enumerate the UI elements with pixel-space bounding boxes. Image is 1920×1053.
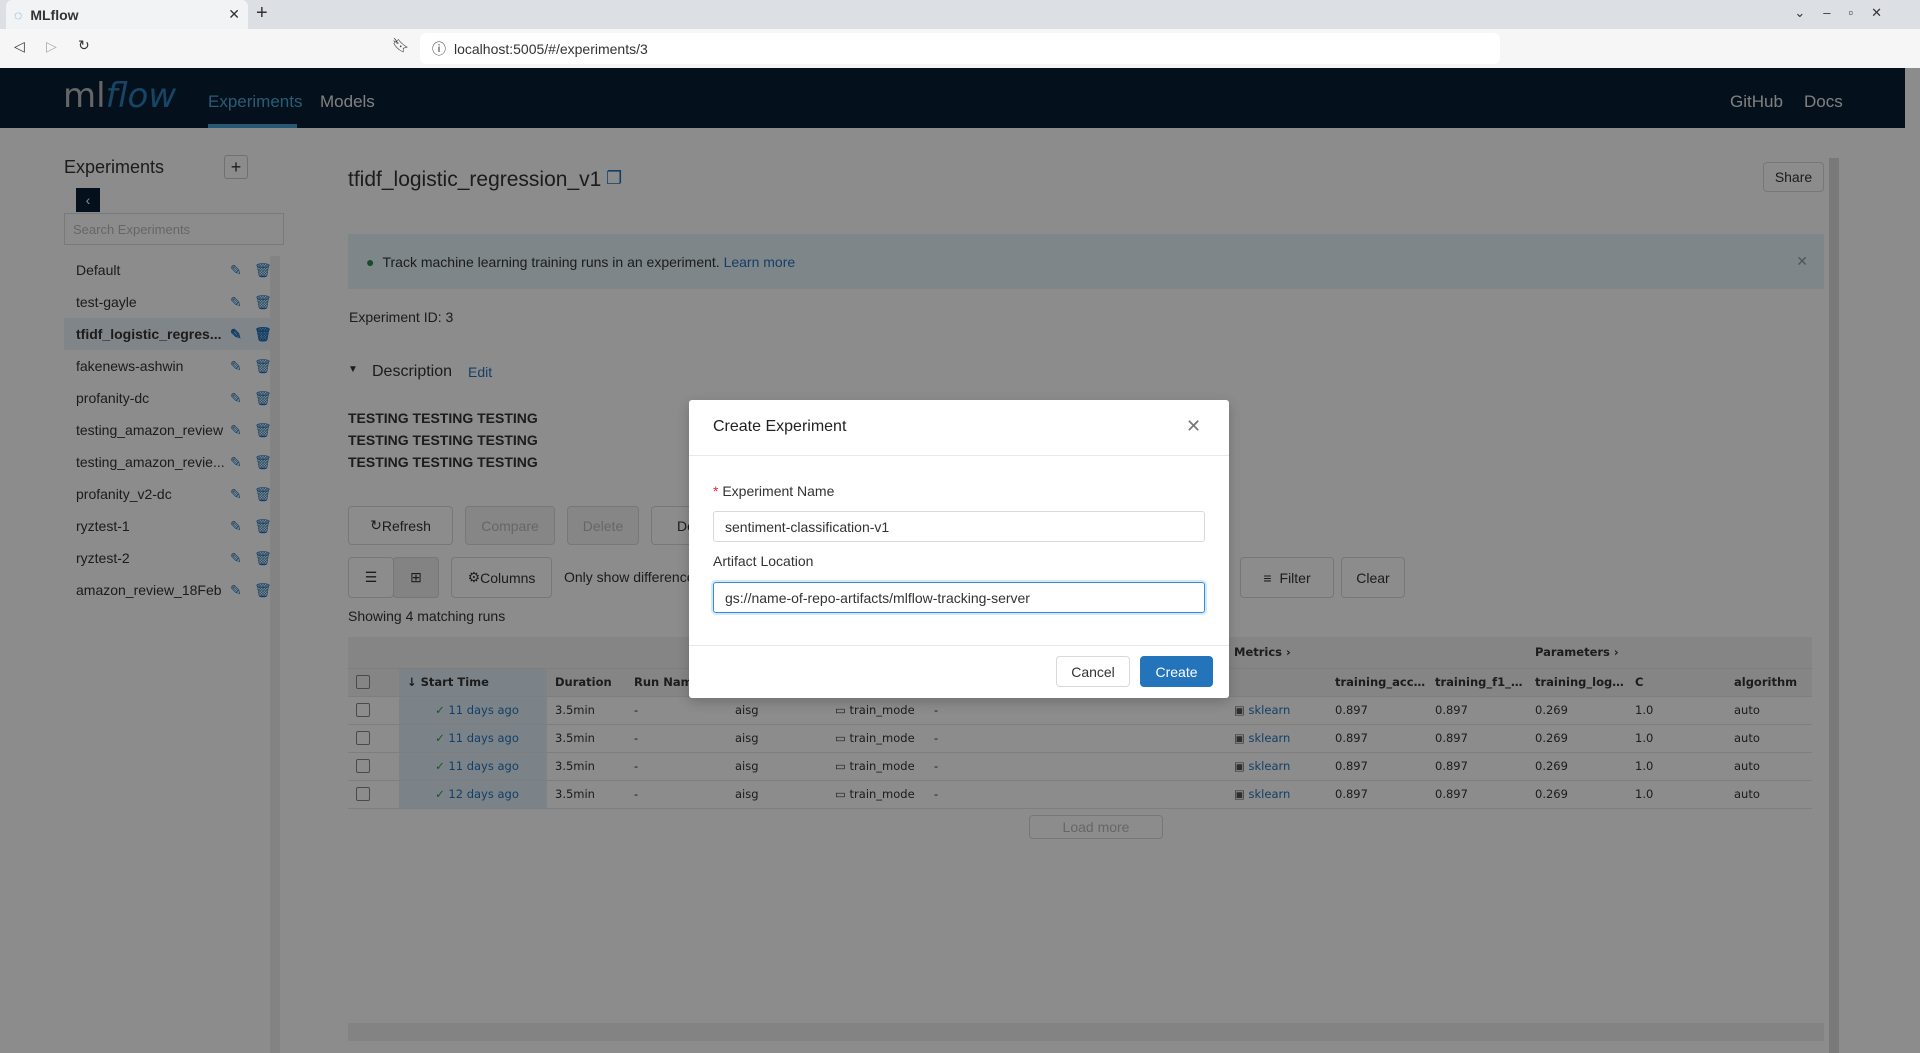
close-tab-icon[interactable]: ✕ <box>228 6 240 23</box>
experiment-name-label-text: Experiment Name <box>722 483 835 499</box>
back-icon[interactable]: ◁ <box>14 38 25 55</box>
new-tab-icon[interactable]: + <box>256 2 268 25</box>
url-text: localhost:5005/#/experiments/3 <box>454 40 648 57</box>
forward-icon[interactable]: ▷ <box>46 38 57 55</box>
experiment-name-input[interactable]: sentiment-classification-v1 <box>713 511 1205 542</box>
reload-icon[interactable]: ↻ <box>78 37 90 54</box>
site-info-icon[interactable]: ⓘ <box>432 39 446 59</box>
create-experiment-modal: Create Experiment ✕ * Experiment Name se… <box>689 400 1229 698</box>
bookmark-icon[interactable]: 🔖︎ <box>392 37 410 54</box>
browser-tab-bar: ◌ MLflow ✕ + ⌄–▫✕ <box>0 0 1920 29</box>
tab-title: MLflow <box>30 6 79 23</box>
modal-header-divider <box>689 455 1229 456</box>
cancel-button[interactable]: Cancel <box>1056 656 1130 687</box>
browser-tab[interactable]: ◌ MLflow ✕ <box>6 0 248 29</box>
artifact-location-input[interactable]: gs://name-of-repo-artifacts/mlflow-track… <box>713 582 1205 613</box>
experiment-name-label: * Experiment Name <box>713 483 835 499</box>
modal-footer-divider <box>689 645 1229 646</box>
close-modal-icon[interactable]: ✕ <box>1186 416 1201 437</box>
mlflow-favicon-icon: ◌ <box>14 6 23 23</box>
modal-title: Create Experiment <box>713 418 847 435</box>
artifact-location-label: Artifact Location <box>713 553 814 569</box>
url-bar[interactable]: ⓘ localhost:5005/#/experiments/3 <box>420 33 1500 64</box>
window-controls[interactable]: ⌄–▫✕ <box>1794 5 1900 21</box>
create-button[interactable]: Create <box>1140 656 1213 687</box>
